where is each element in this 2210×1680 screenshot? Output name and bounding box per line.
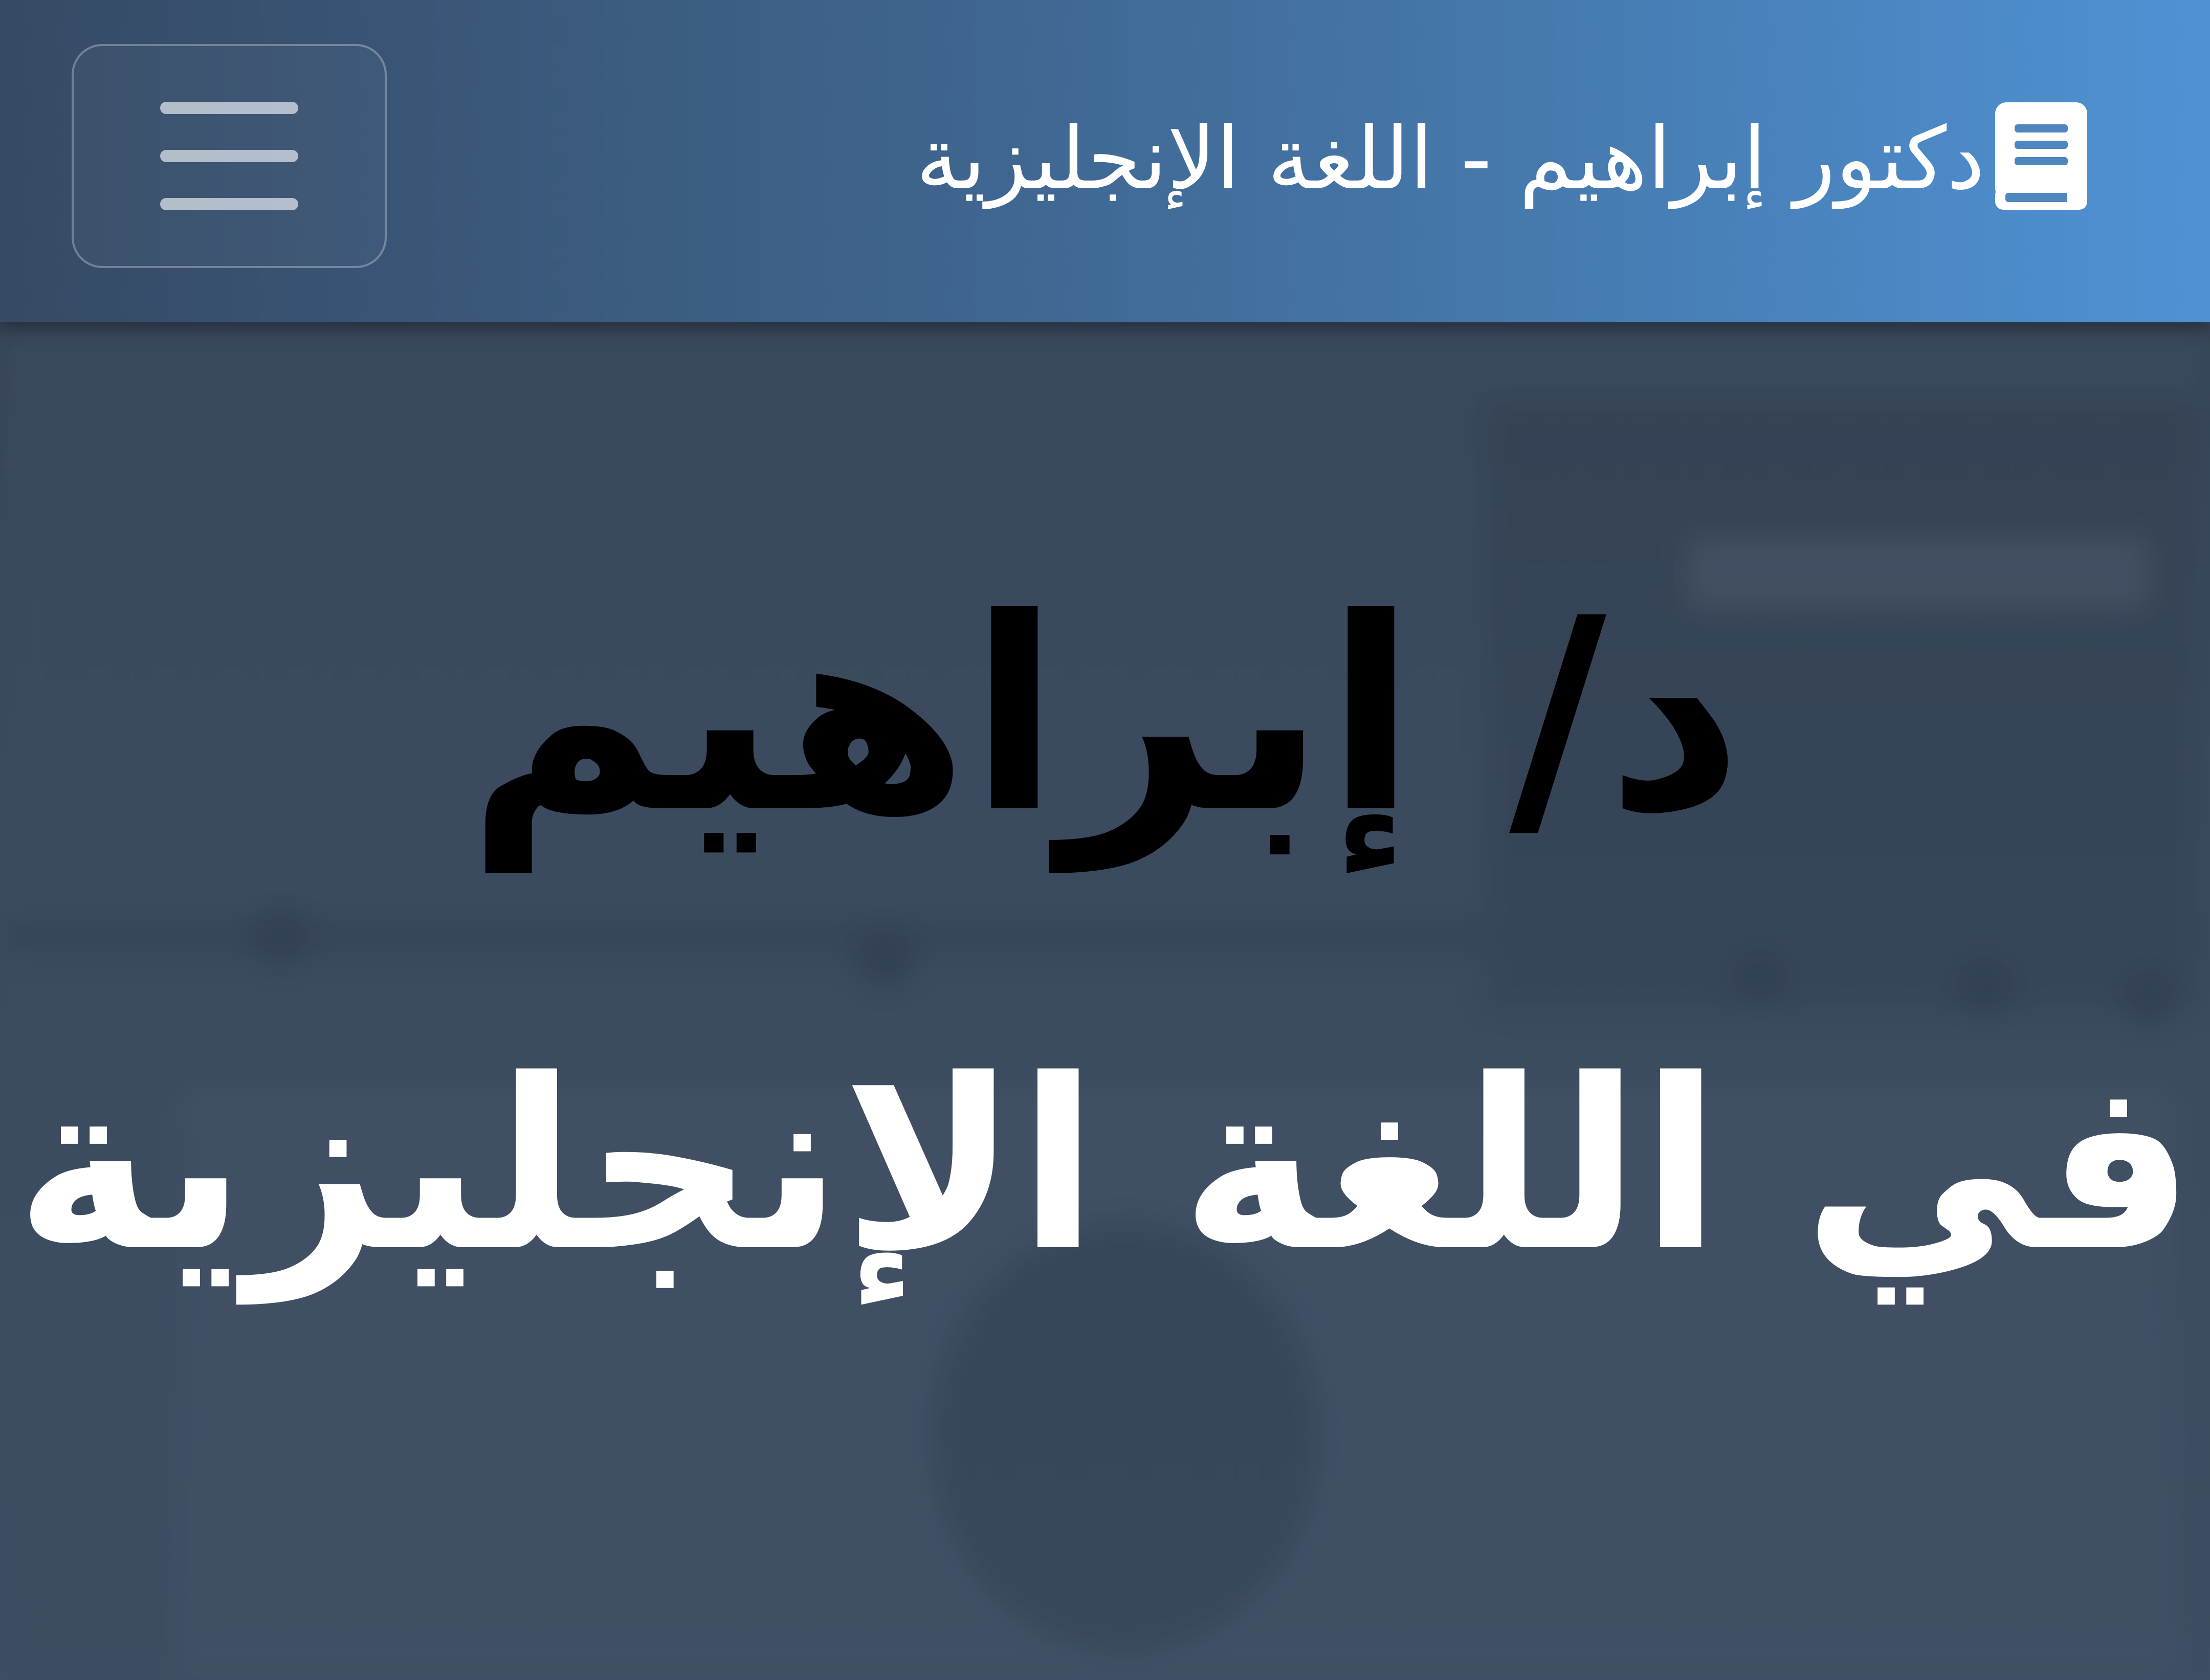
brand-title: دكتور إبراهيم - اللغة الإنجليزية <box>916 108 1985 209</box>
book-icon <box>1995 102 2087 210</box>
hero-overlay <box>0 322 2210 1680</box>
hero-subtitle: في اللغة الإنجليزية <box>15 1029 2195 1303</box>
menu-toggle-button[interactable] <box>72 44 387 268</box>
hamburger-menu-icon-bar <box>160 150 298 162</box>
hamburger-menu-icon-bar <box>160 198 298 210</box>
page: دكتور إبراهيم - اللغة الإنجليزية د/ إبرا… <box>0 0 2210 1680</box>
hero-section <box>0 322 2210 1680</box>
navbar: دكتور إبراهيم - اللغة الإنجليزية <box>0 0 2210 322</box>
hamburger-menu-icon <box>160 102 298 114</box>
hero-title: د/ إبراهيم <box>467 561 1743 871</box>
brand-link[interactable]: دكتور إبراهيم - اللغة الإنجليزية <box>916 87 2092 230</box>
